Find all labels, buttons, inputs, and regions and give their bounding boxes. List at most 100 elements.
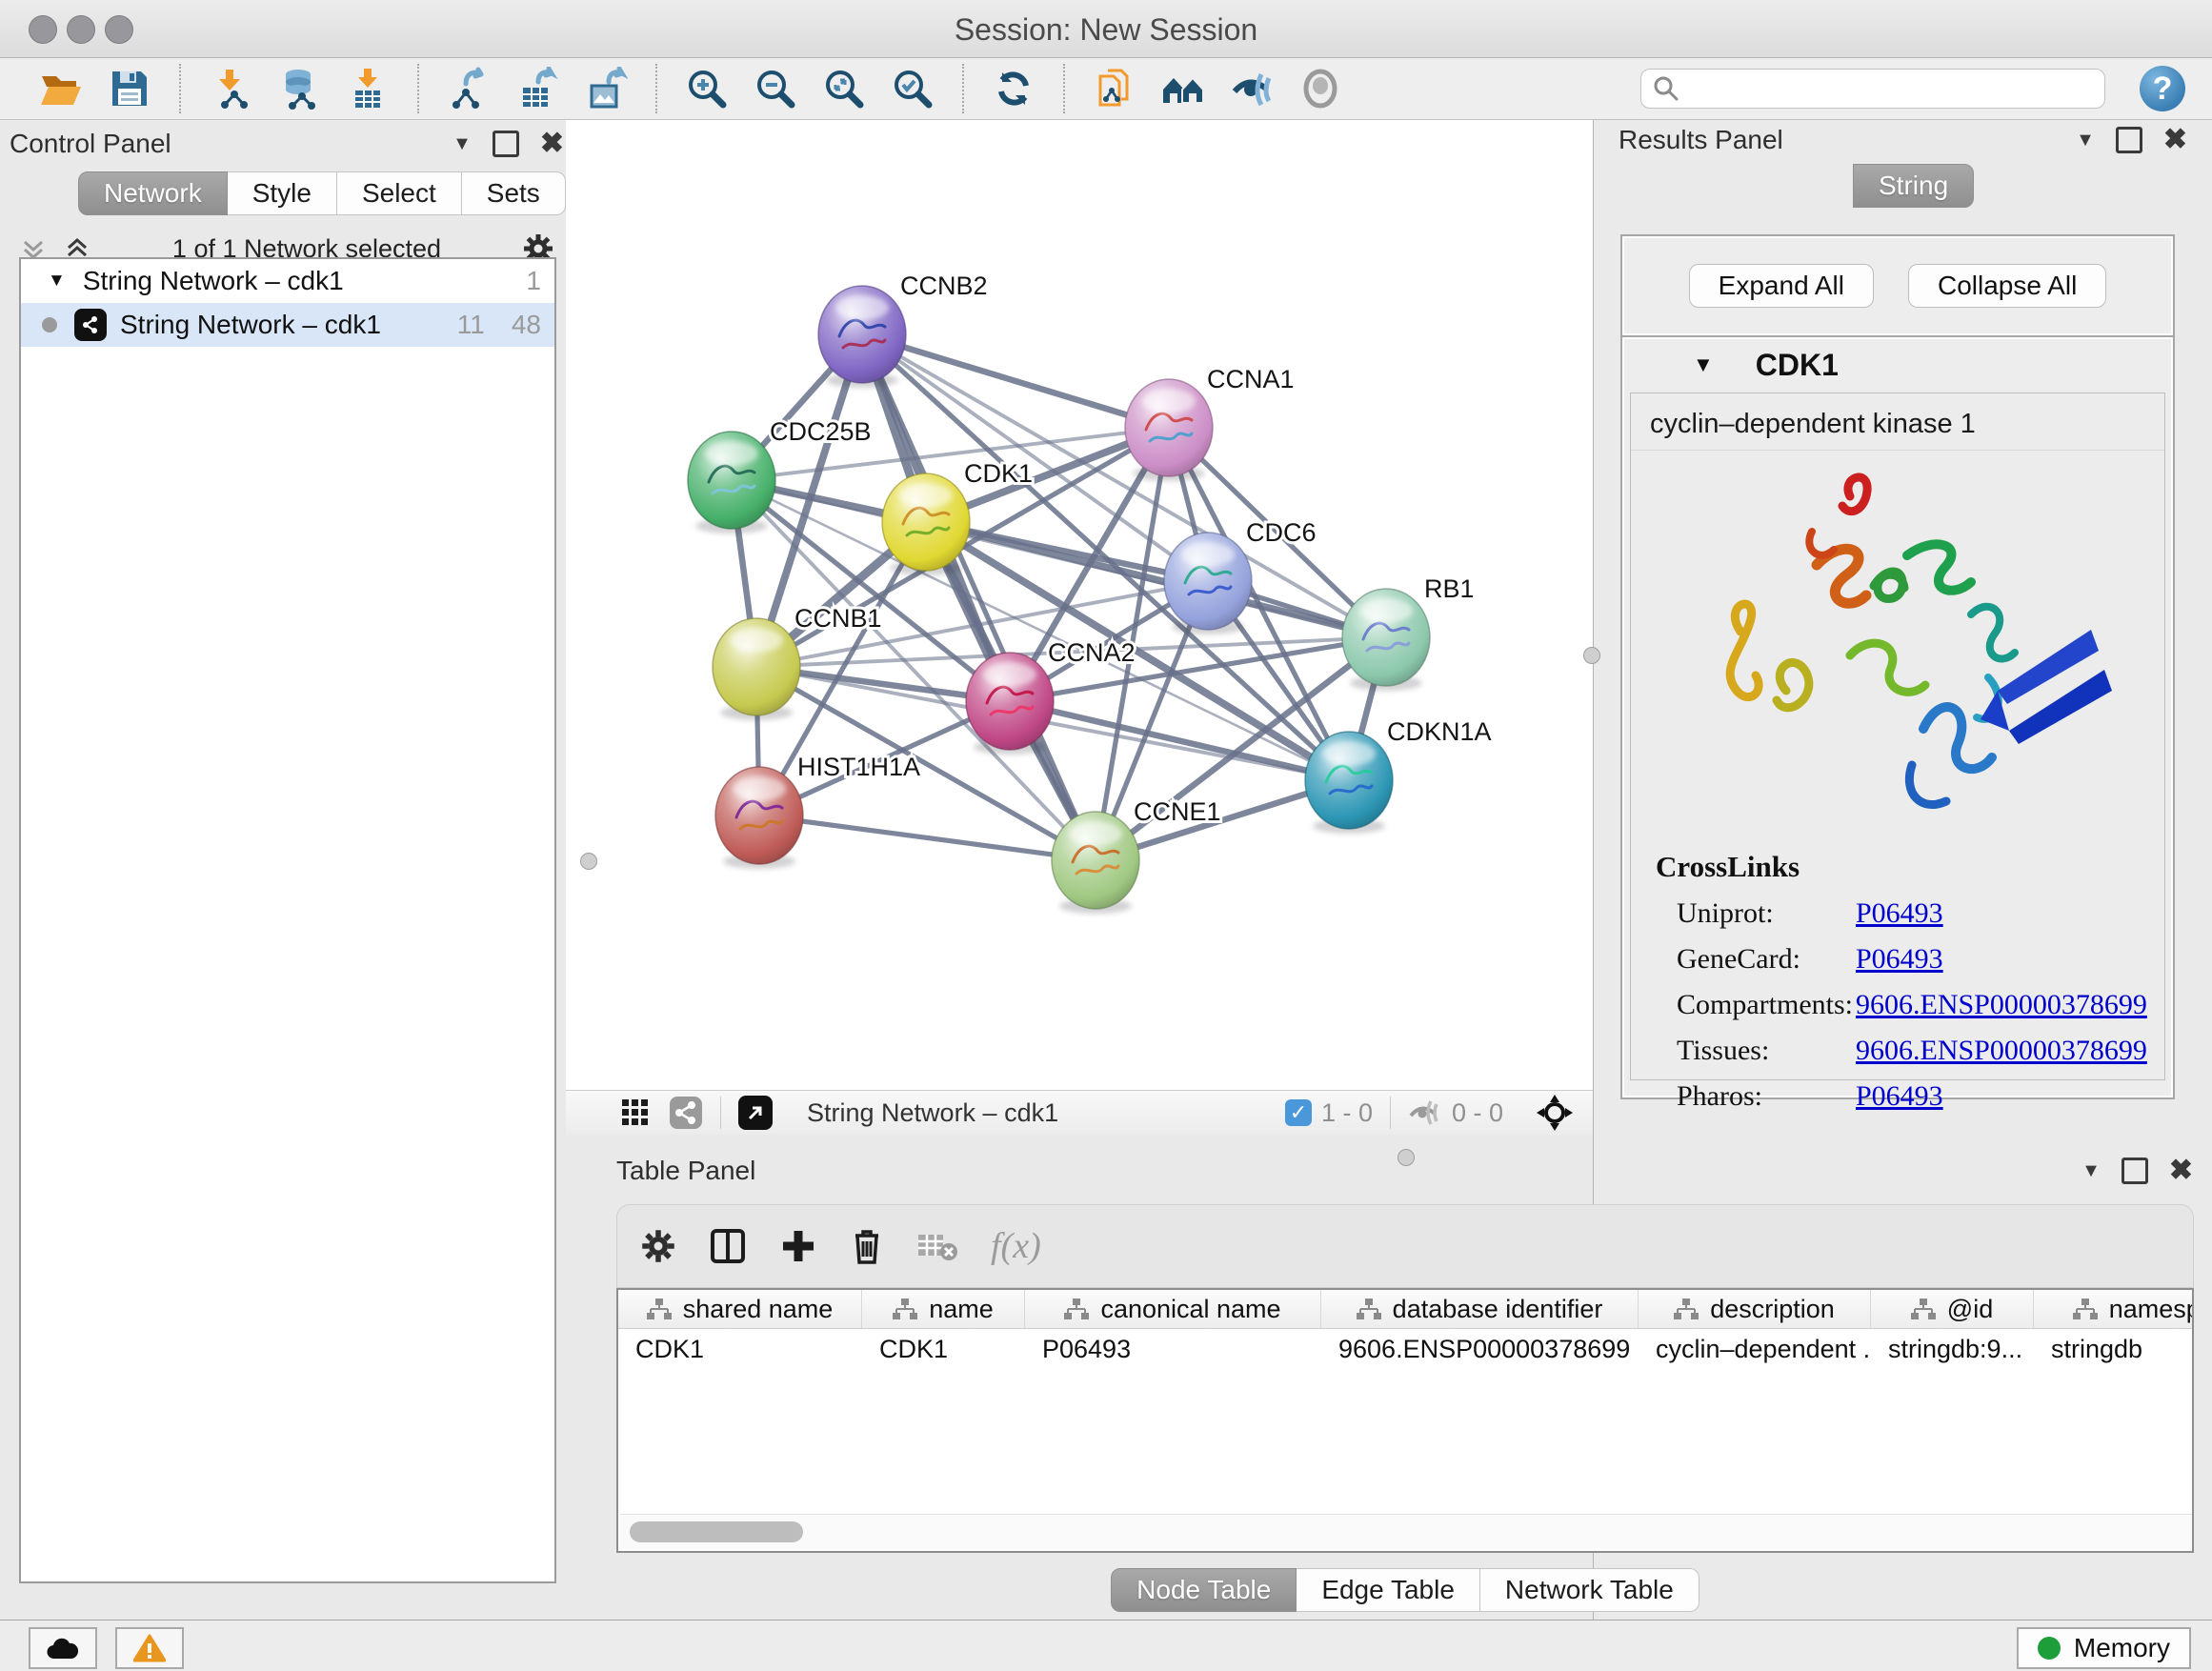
- protein-card-header[interactable]: ▼ CDK1: [1622, 337, 2173, 393]
- import-database-button[interactable]: [275, 65, 323, 112]
- zoom-fit-button[interactable]: [820, 65, 868, 112]
- show-all-button[interactable]: [1297, 65, 1344, 112]
- network-canvas[interactable]: CCNB2CCNA1CDC25BCDK1CDC6RB1CCNB1CCNA2CDK…: [566, 120, 1593, 1090]
- tab-select[interactable]: Select: [337, 171, 462, 215]
- export-image-button[interactable]: [582, 65, 630, 112]
- table-cell[interactable]: cyclin–dependent ...: [1639, 1329, 1871, 1371]
- crosslink-pharos-link[interactable]: P06493: [1856, 1080, 1943, 1113]
- close-panel-icon[interactable]: ✖: [540, 133, 564, 154]
- collapse-all-button[interactable]: Collapse All: [1908, 264, 2106, 308]
- selected-checkbox-icon[interactable]: ✓: [1285, 1099, 1312, 1126]
- search-icon: [1653, 75, 1679, 102]
- column-header[interactable]: canonical name: [1025, 1290, 1321, 1328]
- help-button[interactable]: ?: [2140, 66, 2185, 111]
- close-panel-icon[interactable]: ✖: [2163, 130, 2187, 151]
- column-header[interactable]: @id: [1871, 1290, 2034, 1328]
- float-panel-icon[interactable]: [2122, 1158, 2148, 1184]
- horizontal-splitter-handle[interactable]: [1398, 1149, 1415, 1166]
- tab-network[interactable]: Network: [78, 171, 228, 215]
- network-edge-CCNA2-CDKN1A[interactable]: [1010, 701, 1349, 780]
- column-type-icon: [1064, 1298, 1089, 1320]
- crosslink-uniprot-link[interactable]: P06493: [1856, 897, 1943, 930]
- export-network-button[interactable]: [445, 65, 493, 112]
- scrollbar-thumb[interactable]: [630, 1521, 803, 1542]
- warnings-button[interactable]: [115, 1627, 184, 1669]
- horizontal-scrollbar[interactable]: [620, 1514, 2194, 1549]
- network-edge-CCNB2-CCNE1[interactable]: [862, 334, 1096, 860]
- network-collection-row[interactable]: ▼ String Network – cdk1 1: [21, 259, 554, 303]
- hide-selected-button[interactable]: [1228, 65, 1276, 112]
- crosslink-compartments-link[interactable]: 9606.ENSP00000378699: [1856, 989, 2147, 1021]
- save-session-button[interactable]: [106, 65, 153, 112]
- window-title: Session: New Session: [0, 12, 2212, 48]
- collapse-card-icon[interactable]: ▼: [1693, 352, 1714, 377]
- tab-style[interactable]: Style: [228, 171, 337, 215]
- close-panel-icon[interactable]: ✖: [2169, 1160, 2193, 1181]
- column-header[interactable]: namespace: [2034, 1290, 2194, 1328]
- table-cell[interactable]: CDK1: [862, 1329, 1025, 1371]
- eye-slash-icon: [1229, 67, 1275, 111]
- column-header[interactable]: shared name: [618, 1290, 862, 1328]
- refresh-layout-button[interactable]: [990, 65, 1037, 112]
- import-network-button[interactable]: [207, 65, 254, 112]
- table-cell[interactable]: stringdb: [2034, 1329, 2194, 1371]
- panel-menu-icon[interactable]: ▼: [2076, 130, 2095, 151]
- right-splitter-handle[interactable]: [1583, 647, 1600, 664]
- left-splitter-handle[interactable]: [580, 853, 597, 870]
- tab-sets[interactable]: Sets: [462, 171, 566, 215]
- table-cell[interactable]: 9606.ENSP00000378699: [1321, 1329, 1639, 1371]
- table-row[interactable]: CDK1CDK1P064939606.ENSP00000378699cyclin…: [618, 1329, 2192, 1371]
- hidden-eye-icon[interactable]: [1408, 1098, 1440, 1127]
- network-edge-CCNB2-CCNA1[interactable]: [862, 334, 1169, 428]
- panel-menu-icon[interactable]: ▼: [452, 133, 472, 155]
- search-input[interactable]: [1689, 73, 2093, 105]
- tab-node-table[interactable]: Node Table: [1111, 1568, 1297, 1612]
- houses-icon: [1159, 67, 1207, 111]
- float-panel-icon[interactable]: [2116, 127, 2142, 153]
- collection-expander-icon[interactable]: ▼: [48, 271, 66, 292]
- open-session-button[interactable]: [37, 65, 85, 112]
- panel-menu-icon[interactable]: ▼: [2081, 1160, 2101, 1182]
- delete-table-icon[interactable]: [916, 1229, 958, 1263]
- export-table-button[interactable]: [513, 65, 561, 112]
- table-settings-gear-icon[interactable]: [640, 1228, 676, 1264]
- delete-column-icon[interactable]: [850, 1226, 884, 1266]
- table-cell[interactable]: stringdb:9...: [1871, 1329, 2034, 1371]
- zoom-out-button[interactable]: [752, 65, 799, 112]
- open-in-window-icon[interactable]: [738, 1096, 773, 1130]
- table-cell[interactable]: CDK1: [618, 1329, 862, 1371]
- zoom-selected-button[interactable]: [889, 65, 936, 112]
- birds-eye-view-icon[interactable]: [621, 1098, 650, 1127]
- search-field[interactable]: [1640, 69, 2105, 109]
- show-columns-icon[interactable]: [709, 1227, 747, 1265]
- first-neighbors-button[interactable]: [1159, 65, 1207, 112]
- network-node-CDKN1A[interactable]: CDKN1A: [1305, 717, 1492, 834]
- crosslink-tissues-link[interactable]: 9606.ENSP00000378699: [1856, 1035, 2147, 1067]
- expand-all-button[interactable]: Expand All: [1689, 264, 1874, 308]
- memory-button[interactable]: Memory: [2017, 1627, 2191, 1669]
- tab-network-table[interactable]: Network Table: [1480, 1568, 1699, 1612]
- network-app-badge-icon[interactable]: [669, 1096, 703, 1130]
- add-column-icon[interactable]: [779, 1227, 817, 1265]
- network-node-RB1[interactable]: RB1: [1342, 574, 1475, 691]
- cloud-status-button[interactable]: [29, 1627, 97, 1669]
- import-database-icon: [277, 67, 321, 111]
- float-panel-icon[interactable]: [493, 131, 519, 157]
- zoom-fit-icon: [822, 67, 866, 111]
- zoom-in-button[interactable]: [683, 65, 731, 112]
- tab-edge-table[interactable]: Edge Table: [1297, 1568, 1480, 1612]
- network-row-selected[interactable]: String Network – cdk1 11 48: [21, 303, 554, 347]
- network-edge-HIST1H1A-CCNE1[interactable]: [759, 815, 1096, 860]
- table-cell[interactable]: P06493: [1025, 1329, 1321, 1371]
- crosslink-genecard-link[interactable]: P06493: [1856, 943, 1943, 976]
- function-builder-button[interactable]: f(x): [991, 1225, 1041, 1267]
- protein-details-card: ▼ CDK1 cyclin–dependent kinase 1: [1620, 335, 2175, 1099]
- column-header[interactable]: name: [862, 1290, 1025, 1328]
- reposition-icon[interactable]: [1536, 1094, 1574, 1132]
- import-table-button[interactable]: [344, 65, 392, 112]
- network-from-selection-button[interactable]: [1091, 65, 1138, 112]
- column-header[interactable]: description: [1639, 1290, 1871, 1328]
- network-node-HIST1H1A[interactable]: HIST1H1A: [715, 753, 920, 869]
- column-header[interactable]: database identifier: [1321, 1290, 1639, 1328]
- tab-string[interactable]: String: [1853, 164, 1974, 208]
